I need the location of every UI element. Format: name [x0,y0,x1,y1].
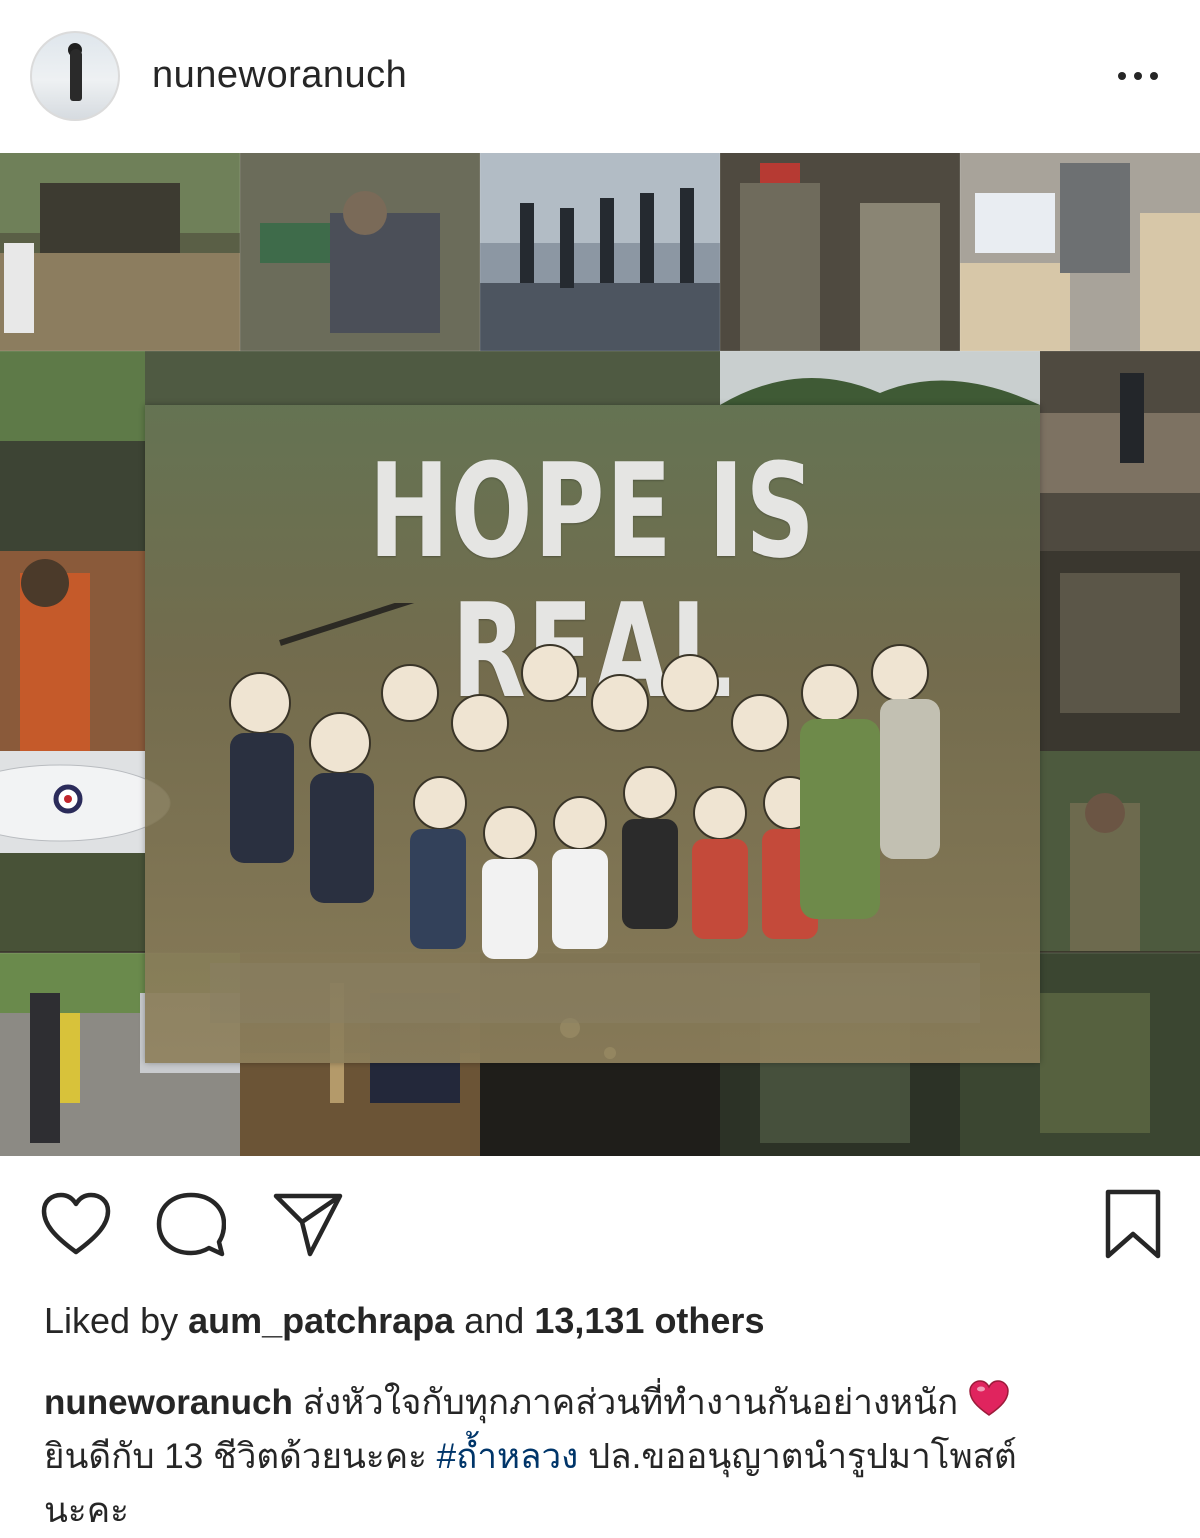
post-action-bar [0,1158,1200,1278]
collage-tile-figure [1120,373,1144,463]
post-caption: nuneworanuch ส่งหัวใจกับทุกภาคส่วนที่ทำง… [44,1376,1164,1538]
collage-tile-sign [760,163,800,183]
avatar[interactable] [30,31,120,121]
cartoon-head [451,694,509,752]
cartoon-ground [210,963,980,1023]
collage-tile-diver [30,993,60,1143]
collage-tile-eggs [1140,213,1200,351]
collage-tile-figure [520,203,534,283]
cartoon-head [521,644,579,702]
cartoon-group-illustration [210,603,980,1023]
collage-tile-soldier [860,203,940,351]
caption-text-line3: ปล.ขออนุญาตนำรูปมาโพสต์ [587,1437,1017,1476]
collage-tile-bags [975,193,1055,253]
post-username[interactable]: nuneworanuch [152,52,407,98]
collage-tile-person [1060,163,1130,273]
collage-tile-tank [60,1013,80,1103]
liked-by-user-link[interactable]: aum_patchrapa [188,1300,454,1341]
cartoon-head [801,664,859,722]
cartoon-head [413,776,467,830]
cartoon-head [309,712,371,774]
collage-tile-eggs [960,263,1070,351]
cartoon-body [622,819,678,929]
collage-tile-ground [0,253,240,351]
caption-text-line1: ส่งหัวใจกับทุกภาคส่วนที่ทำงานกันอย่างหนั… [302,1383,959,1422]
red-heart-emoji-icon [969,1380,1009,1416]
cartoon-body-seal [230,733,294,863]
cartoon-head [731,694,789,752]
more-dot [1150,72,1158,80]
collage-tile-soldiers [0,853,145,951]
more-dot [1118,72,1126,80]
cartoon-body [552,849,608,949]
collage-tile-cave [1060,573,1180,713]
cartoon-head [229,672,291,734]
collage-tile-person [330,213,440,333]
collage-tile-truck [40,183,180,253]
cartoon-head [871,644,929,702]
collage-tile-figure [560,208,574,288]
collage-tile-head [1085,793,1125,833]
collage-tile-head [343,191,387,235]
cartoon-head [591,674,649,732]
cartoon-body-soldier [800,719,880,919]
caption-hashtag-link[interactable]: #ถ้ำหลวง [437,1437,579,1476]
more-dot [1134,72,1142,80]
cartoon-body [482,859,538,959]
caption-text-line2: ยินดีกับ 13 ชีวิตด้วยนะคะ [44,1437,427,1476]
likes-count-link[interactable]: 13,131 others [534,1300,764,1341]
collage-tile-soldier [740,183,820,351]
cartoon-head [553,796,607,850]
cartoon-body [692,839,748,939]
likes-summary: Liked by aum_patchrapa and 13,131 others [44,1300,764,1342]
bookmark-icon[interactable] [1104,1188,1162,1260]
cartoon-body [880,699,940,859]
more-horizontal-icon[interactable] [1108,56,1168,96]
collage-tile-leaves [0,351,145,441]
cartoon-head [381,664,439,722]
likes-prefix: Liked by [44,1300,179,1341]
collage-tile-person [4,243,34,333]
comment-icon[interactable] [156,1192,226,1258]
share-paper-plane-icon[interactable] [272,1192,344,1258]
avatar-figure [70,49,82,101]
cartoon-body-seal [310,773,374,903]
cartoon-head [623,766,677,820]
caption-username-link[interactable]: nuneworanuch [44,1383,293,1422]
cartoon-head [693,786,747,840]
collage-tile-figure [600,198,614,283]
post-image[interactable]: HOPE IS REAL [0,153,1200,1156]
collage-tile-figure [640,193,654,283]
collage-tile-water [480,283,720,351]
heart-outline-icon[interactable] [40,1192,112,1256]
likes-middle: and [464,1300,525,1341]
collage-tile-figure [680,188,694,283]
illustration-stick [279,603,415,646]
collage-tile-head [21,559,69,607]
collage-tile-soldiers [1040,993,1150,1133]
cartoon-figures [210,644,980,1023]
cartoon-head [661,654,719,712]
post-header: nuneworanuch [0,0,1200,152]
cartoon-body [410,829,466,949]
caption-text-line4: นะคะ [44,1491,129,1530]
cartoon-head [483,806,537,860]
collage-tile-roundel-center [64,795,72,803]
